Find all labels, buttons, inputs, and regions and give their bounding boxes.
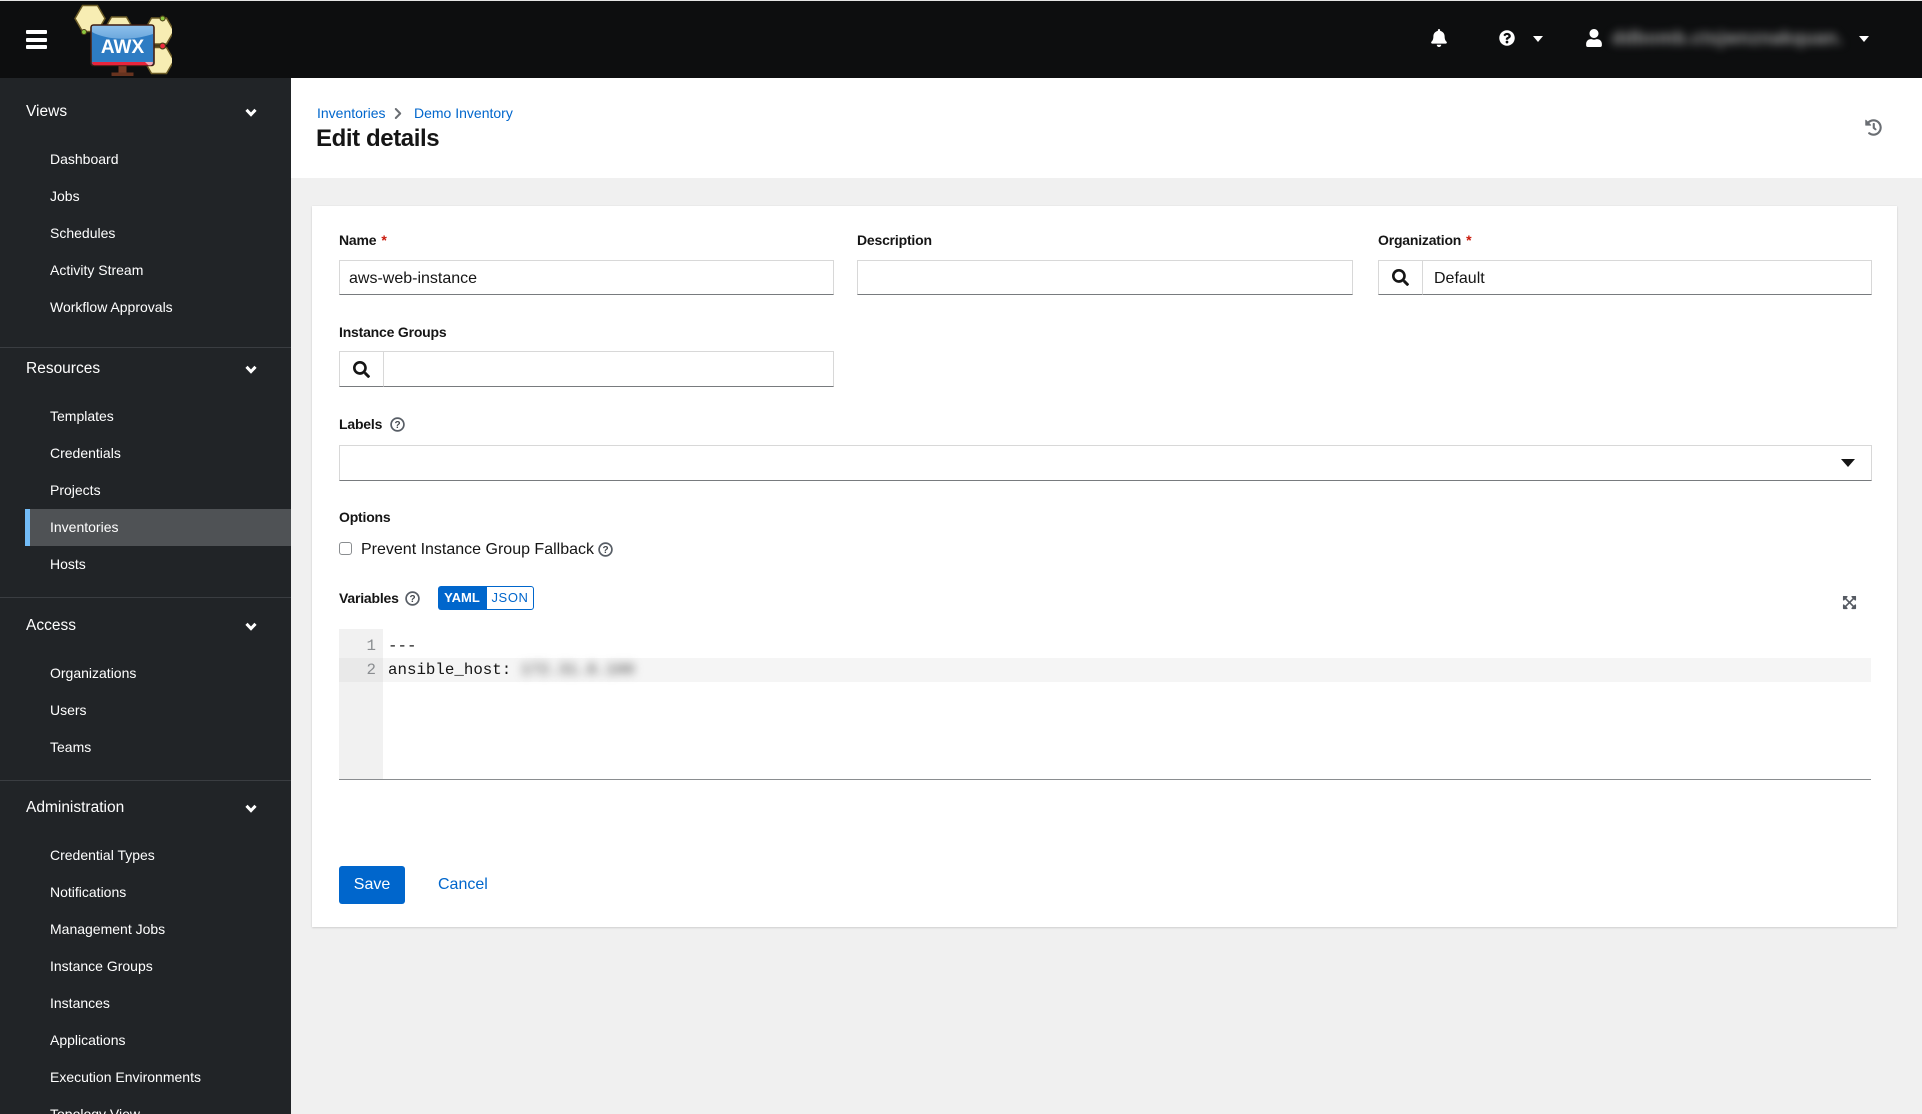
svg-text:?: ? — [409, 594, 415, 605]
svg-text:?: ? — [394, 420, 400, 431]
svg-text:?: ? — [602, 545, 608, 556]
svg-text:AWX: AWX — [101, 37, 145, 58]
